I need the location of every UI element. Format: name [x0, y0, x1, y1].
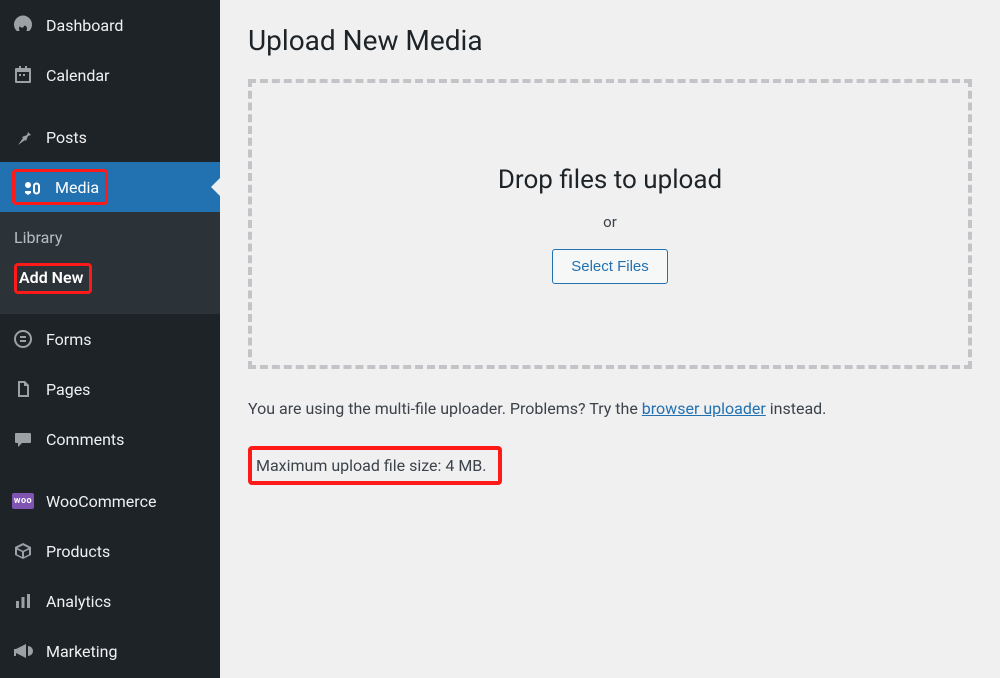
sidebar-item-label: Dashboard [46, 16, 123, 35]
note-text-post: instead. [766, 399, 827, 418]
sidebar-item-comments[interactable]: Comments [0, 414, 220, 464]
sidebar-item-media[interactable]: Media [0, 162, 220, 212]
sidebar-item-label: Marketing [46, 642, 117, 661]
sidebar-item-posts[interactable]: Posts [0, 112, 220, 162]
sidebar-item-products[interactable]: Products [0, 526, 220, 576]
uploader-note: You are using the multi-file uploader. P… [248, 399, 972, 418]
app-root: Dashboard Calendar Posts Media [0, 0, 1000, 678]
media-icon [21, 176, 43, 198]
select-files-button[interactable]: Select Files [552, 249, 668, 284]
dropzone-headline: Drop files to upload [498, 165, 722, 195]
sidebar-item-dashboard[interactable]: Dashboard [0, 0, 220, 50]
pin-icon [12, 126, 34, 148]
sidebar-item-label: Posts [46, 128, 87, 147]
sidebar-subitem-add-new[interactable]: Add New [0, 255, 220, 302]
gauge-icon [12, 14, 34, 36]
bars-icon [12, 590, 34, 612]
sidebar-item-calendar[interactable]: Calendar [0, 50, 220, 100]
note-text-pre: You are using the multi-file uploader. P… [248, 399, 642, 418]
sidebar-submenu-media: Library Add New [0, 212, 220, 314]
megaphone-icon [12, 640, 34, 662]
calendar-icon [12, 64, 34, 86]
sidebar-item-label: Comments [46, 430, 124, 449]
sidebar-item-marketing[interactable]: Marketing [0, 626, 220, 676]
submenu-label: Library [14, 228, 62, 247]
forms-icon [12, 328, 34, 350]
sidebar-subitem-library[interactable]: Library [0, 220, 220, 255]
max-upload-size-text: Maximum upload file size: 4 MB. [248, 446, 502, 485]
highlight-box-media: Media [12, 169, 108, 205]
comment-icon [12, 428, 34, 450]
upload-dropzone[interactable]: Drop files to upload or Select Files [248, 79, 972, 369]
sidebar-item-pages[interactable]: Pages [0, 364, 220, 414]
sidebar-item-forms[interactable]: Forms [0, 314, 220, 364]
sidebar-item-label: Pages [46, 380, 90, 399]
submenu-label: Add New [19, 268, 83, 287]
sidebar-item-label: Calendar [46, 66, 109, 85]
sidebar-item-label: Forms [46, 330, 92, 349]
sidebar-item-label: WooCommerce [46, 492, 156, 511]
menu-separator [0, 100, 220, 112]
admin-sidebar: Dashboard Calendar Posts Media [0, 0, 220, 678]
pages-icon [12, 378, 34, 400]
sidebar-item-analytics[interactable]: Analytics [0, 576, 220, 626]
main-content: Upload New Media Drop files to upload or… [220, 0, 1000, 678]
box-icon [12, 540, 34, 562]
woo-icon: woo [12, 490, 34, 512]
sidebar-item-label: Media [55, 178, 99, 197]
sidebar-item-label: Analytics [46, 592, 111, 611]
menu-separator [0, 464, 220, 476]
page-title: Upload New Media [248, 24, 972, 57]
sidebar-item-label: Products [46, 542, 110, 561]
sidebar-item-woocommerce[interactable]: woo WooCommerce [0, 476, 220, 526]
browser-uploader-link[interactable]: browser uploader [642, 399, 766, 418]
woo-badge: woo [12, 493, 34, 509]
highlight-box-add-new: Add New [14, 263, 92, 294]
dropzone-or-label: or [603, 213, 617, 231]
